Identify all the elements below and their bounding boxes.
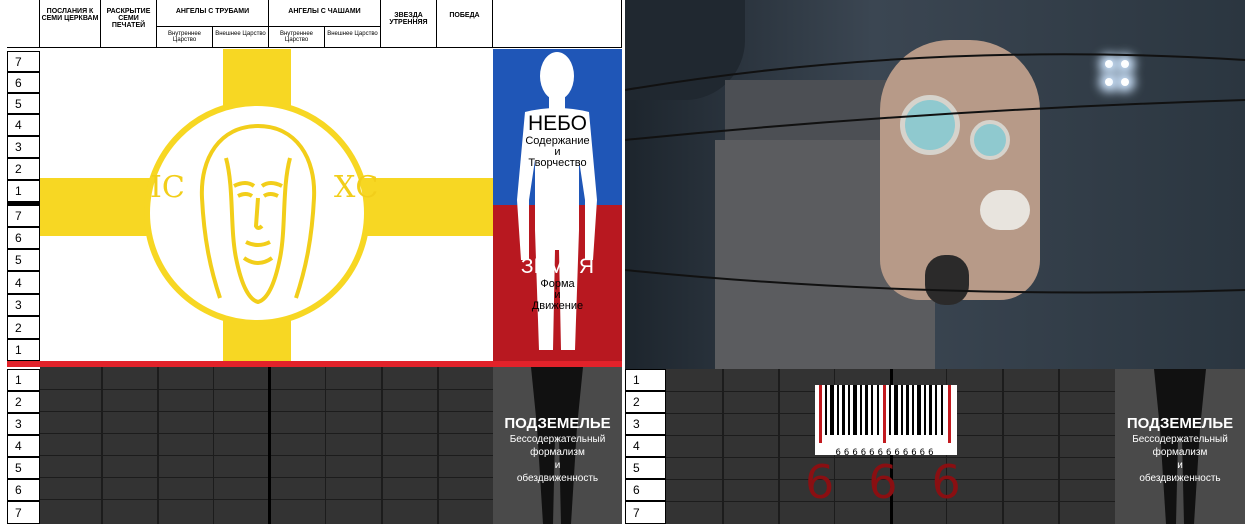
header-sub-inner: Внутреннее Царство: [269, 26, 325, 48]
goat-scene-image: [625, 0, 1245, 369]
row-number: 2: [625, 391, 666, 413]
header-victory: ПОБЕДА: [437, 0, 493, 48]
row-number: 3: [7, 413, 40, 435]
row-number: 2: [7, 316, 40, 339]
underworld-line2: формализм: [1152, 447, 1208, 458]
sky-line3: Творчество: [528, 157, 587, 169]
header-label: ПОБЕДА: [449, 12, 480, 19]
header-letters: ПОСЛАНИЯ К СЕМИ ЦЕРКВАМ: [40, 0, 101, 48]
header-corner: [7, 0, 40, 48]
header-label: АНГЕЛЫ С ТРУБАМИ: [175, 8, 250, 15]
header-sub-outer: Внешнее Царство: [325, 26, 381, 48]
christ-face-icon: [199, 124, 317, 305]
header-seals: РАСКРЫТИЕ СЕМИ ПЕЧАТЕЙ: [101, 0, 157, 48]
header-sub-outer: Внешнее Царство: [213, 26, 269, 48]
underworld-line2: формализм: [530, 447, 585, 458]
row-number: 6: [7, 479, 40, 501]
number-666: 666: [805, 455, 995, 509]
icon-letters-left: ІС: [150, 170, 185, 205]
header-label: РАСКРЫТИЕ СЕМИ ПЕЧАТЕЙ: [106, 8, 151, 29]
header-label: ЗВЕЗДА УТРЕННЯЯ: [389, 12, 428, 26]
row-number: 5: [7, 249, 40, 271]
row-number: 5: [7, 457, 40, 479]
row-number: 5: [7, 93, 40, 114]
header-sub-inner: Внутреннее Царство: [157, 26, 213, 48]
row-number: 4: [625, 435, 666, 457]
earth-line3: Движение: [531, 300, 584, 312]
row-number: 5: [625, 457, 666, 479]
underworld-title: ПОДЗЕМЕЛЬЕ: [1126, 415, 1234, 432]
header-empty: [493, 0, 622, 48]
row-number: 2: [7, 158, 40, 180]
row-number: 1: [7, 339, 40, 361]
barcode: 666666666666: [815, 385, 957, 458]
underworld-line1: Бессодержательный: [1132, 434, 1228, 445]
row-number: 3: [7, 294, 40, 316]
underworld-line4: обездвиженность: [1139, 473, 1221, 484]
underworld-line4: обездвиженность: [516, 473, 599, 484]
header-morning-star: ЗВЕЗДА УТРЕННЯЯ: [381, 0, 437, 48]
underworld-grid: [40, 367, 493, 524]
row-number: 4: [7, 271, 40, 294]
icon-letters-right: ХС: [334, 170, 379, 205]
row-number: 1: [625, 369, 666, 391]
left-panel: ПОСЛАНИЯ К СЕМИ ЦЕРКВАМ РАСКРЫТИЕ СЕМИ П…: [0, 0, 622, 524]
row-number: 3: [625, 413, 666, 435]
sky-label: НЕБО Содержание и Творчество: [493, 112, 622, 169]
row-number: 7: [625, 501, 666, 524]
row-number: 7: [7, 501, 40, 524]
row-number: 4: [7, 435, 40, 457]
row-number: 6: [625, 479, 666, 501]
row-number: 6: [7, 227, 40, 249]
underworld-title: ПОДЗЕМЕЛЬЕ: [504, 415, 611, 432]
row-number: 6: [7, 72, 40, 93]
barcode-bars-icon: [819, 385, 951, 443]
row-number: 3: [7, 136, 40, 158]
row-number: 1: [7, 369, 40, 391]
right-panel: 1 2 3 4 5 6 7 666666666666 666 ПОДЗЕМЕЛЬ…: [625, 0, 1245, 524]
underworld-line1: Бессодержательный: [509, 434, 606, 445]
row-number: 7: [7, 205, 40, 227]
human-figure-icon: [517, 52, 597, 350]
underworld-line3: и: [1177, 460, 1183, 471]
row-number: 2: [7, 391, 40, 413]
barbed-wire-icon: [625, 53, 1245, 294]
sky-title: НЕБО: [527, 112, 588, 135]
underworld-label: ПОДЗЕМЕЛЬЕ Бессодержательный формализм и…: [493, 415, 622, 485]
earth-label: ЗЕМЛЯ Форма и Движение: [493, 255, 622, 312]
underworld-label: ПОДЗЕМЕЛЬЕ Бессодержательный формализм и…: [1115, 415, 1245, 485]
row-number: 1: [7, 180, 40, 202]
header-label: ПОСЛАНИЯ К СЕМИ ЦЕРКВАМ: [41, 8, 99, 22]
underworld-line3: и: [554, 460, 561, 471]
row-number: 4: [7, 114, 40, 136]
earth-title: ЗЕМЛЯ: [520, 255, 595, 278]
row-number: 7: [7, 51, 40, 72]
header-label: АНГЕЛЫ С ЧАШАМИ: [288, 8, 361, 15]
